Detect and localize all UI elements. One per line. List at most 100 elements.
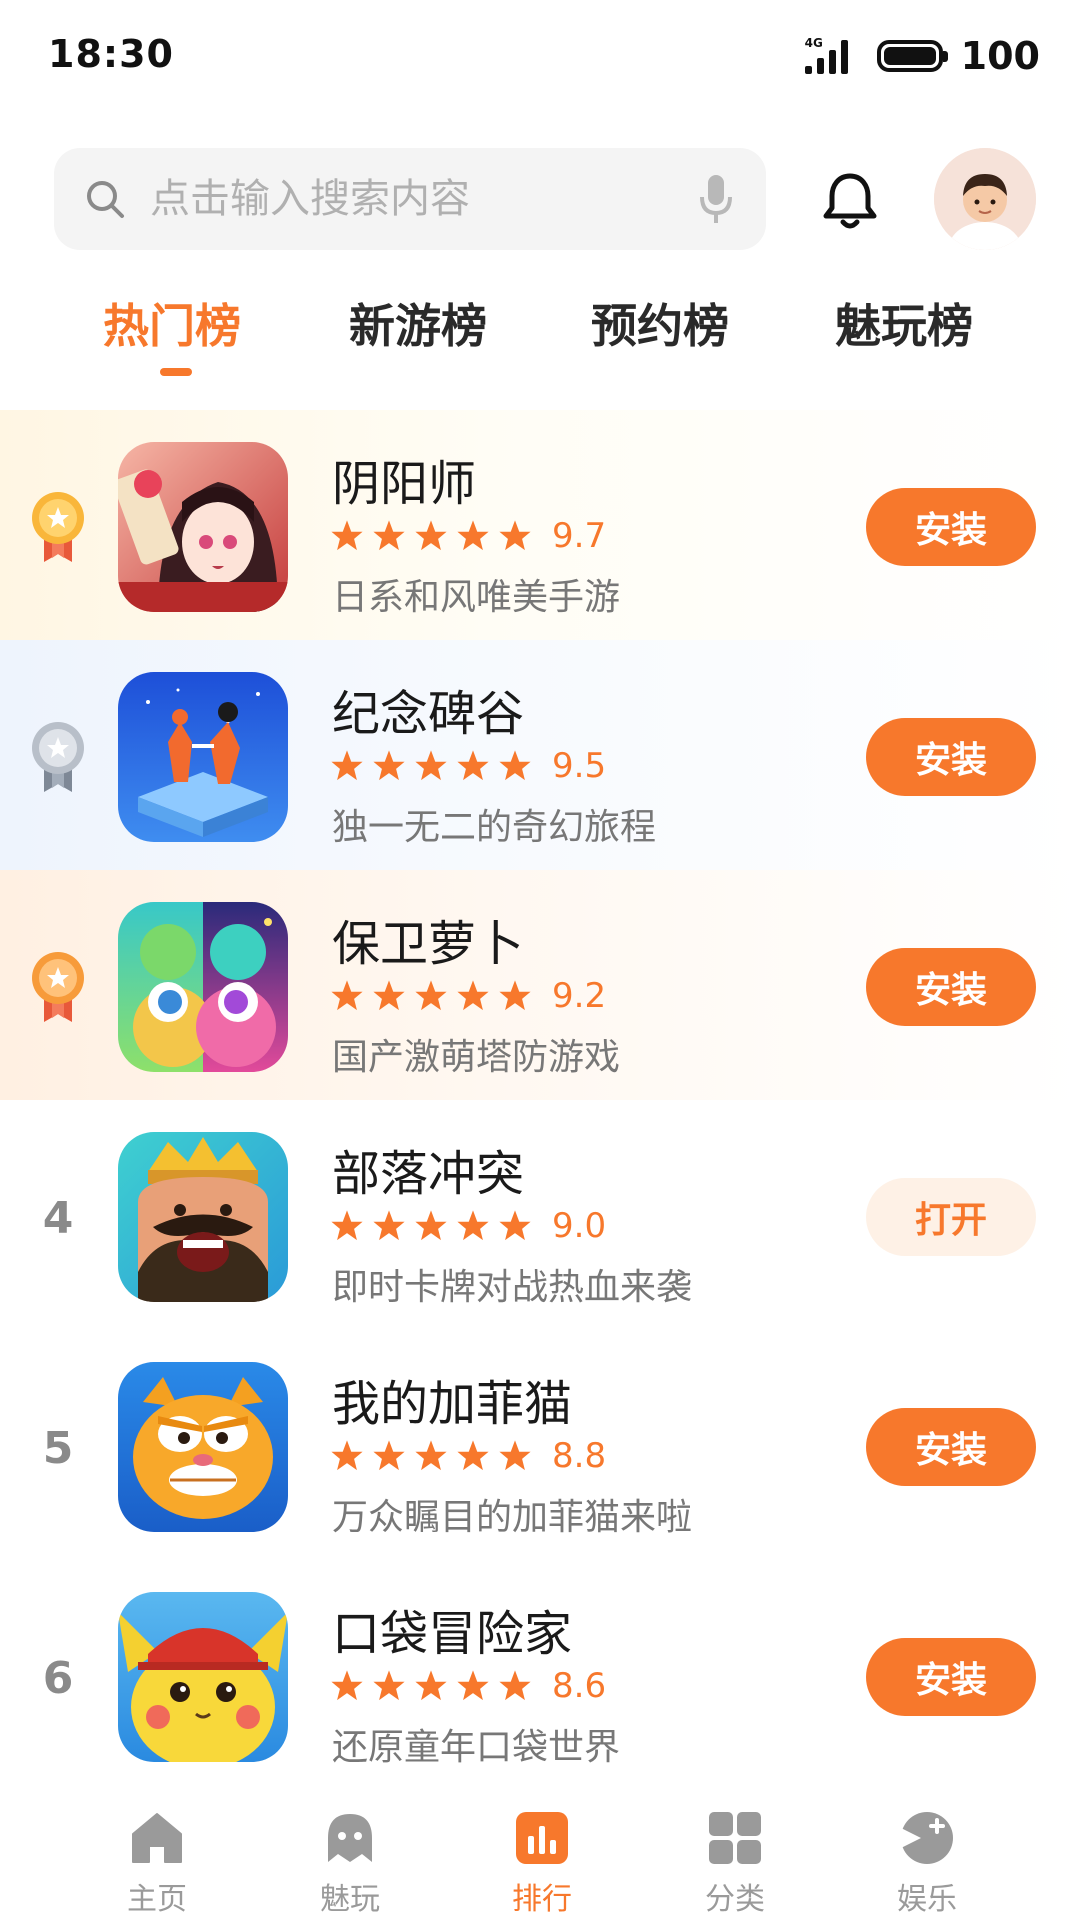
- ghost-icon: [328, 1814, 372, 1862]
- onmyoji-app-icon[interactable]: [118, 442, 288, 612]
- star-icon: [457, 1670, 489, 1701]
- nav-label: 排行: [512, 1882, 572, 1917]
- star-icon: [373, 980, 405, 1011]
- star-icon: [457, 750, 489, 781]
- bell-icon[interactable]: [818, 168, 882, 232]
- star-icon: [457, 1210, 489, 1241]
- rating-value: 9.2: [552, 976, 607, 1016]
- nav-label: 分类: [705, 1882, 765, 1917]
- battery-level: 100: [960, 34, 1040, 78]
- star-icon: [373, 750, 405, 781]
- star-icon: [415, 1210, 447, 1241]
- status-time: 18:30: [48, 32, 174, 76]
- nav-label: 魅玩: [320, 1882, 380, 1917]
- list-item[interactable]: 保卫萝卜 9.2 国产激萌塔防游戏 安装: [0, 870, 1080, 1100]
- star-icon: [415, 520, 447, 551]
- app-description: 国产激萌塔防游戏: [332, 1037, 621, 1078]
- install-button[interactable]: 安装: [866, 1408, 1036, 1486]
- app-title: 纪念碑谷: [332, 686, 525, 742]
- search-icon: [87, 181, 124, 218]
- star-icon: [499, 1440, 531, 1471]
- star-icon: [373, 1670, 405, 1701]
- ranking-icon: [516, 1812, 568, 1864]
- active-tab-indicator: [160, 368, 192, 376]
- rating-value: 9.5: [552, 746, 607, 786]
- star-icon: [331, 1210, 363, 1241]
- list-item[interactable]: 5 我的加菲猫 8.8 万众瞩目的加菲猫来啦 安装: [0, 1330, 1080, 1560]
- app-description: 还原童年口袋世界: [332, 1727, 621, 1768]
- app-description: 即时卡牌对战热血来袭: [332, 1267, 693, 1308]
- nav-home[interactable]: 主页: [92, 1808, 222, 1918]
- list-item[interactable]: 4 部落冲突 9.0 即时卡牌对战热血来袭 打开: [0, 1100, 1080, 1330]
- battery-icon: [876, 40, 948, 72]
- star-icon: [373, 520, 405, 551]
- star-icon: [415, 1670, 447, 1701]
- app-title: 保卫萝卜: [332, 916, 525, 972]
- nav-meiwan[interactable]: 魅玩: [285, 1808, 415, 1918]
- list-item[interactable]: 6 口袋冒险家 8.6 还原童年口袋世界 安装: [0, 1560, 1080, 1790]
- gold-medal-icon: [28, 488, 88, 568]
- star-icon: [331, 1670, 363, 1701]
- star-icon: [499, 750, 531, 781]
- star-icon: [415, 1440, 447, 1471]
- search-box[interactable]: [54, 148, 766, 250]
- clash-royale-app-icon[interactable]: [118, 1132, 288, 1302]
- open-button[interactable]: 打开: [866, 1178, 1036, 1256]
- list-item[interactable]: 纪念碑谷 9.5 独一无二的奇幻旅程 安装: [0, 640, 1080, 870]
- nav-label: 主页: [127, 1882, 187, 1917]
- search-input[interactable]: [150, 176, 696, 222]
- star-icon: [415, 980, 447, 1011]
- star-icon: [415, 750, 447, 781]
- app-rating: 8.6: [330, 1666, 606, 1706]
- microphone-icon[interactable]: [696, 173, 736, 225]
- rank-number: 4: [42, 1192, 74, 1244]
- star-icon: [499, 520, 531, 551]
- rank-number: 6: [42, 1652, 74, 1704]
- app-title: 口袋冒险家: [332, 1606, 573, 1662]
- tab-reserve[interactable]: 预约榜: [560, 290, 760, 356]
- star-icon: [499, 1670, 531, 1701]
- list-item[interactable]: 阴阳师 9.7 日系和风唯美手游 安装: [0, 410, 1080, 640]
- rating-value: 8.6: [552, 1666, 607, 1706]
- star-icon: [499, 980, 531, 1011]
- network-label: 4G: [804, 36, 823, 50]
- app-description: 日系和风唯美手游: [332, 577, 621, 618]
- tab-hot[interactable]: 热门榜: [72, 290, 272, 356]
- install-button[interactable]: 安装: [866, 948, 1036, 1026]
- app-rating: 9.0: [330, 1206, 606, 1246]
- avatar[interactable]: [934, 148, 1036, 250]
- rating-value: 9.0: [552, 1206, 607, 1246]
- star-icon: [457, 980, 489, 1011]
- nav-ranking[interactable]: 排行: [477, 1808, 607, 1918]
- app-title: 阴阳师: [332, 456, 477, 512]
- star-icon: [457, 1440, 489, 1471]
- star-icon: [331, 1440, 363, 1471]
- garfield-app-icon[interactable]: [118, 1362, 288, 1532]
- rating-value: 8.8: [552, 1436, 607, 1476]
- nav-label: 娱乐: [897, 1882, 957, 1917]
- bottom-nav: 主页 魅玩 排行 分类 娱乐: [0, 1790, 1080, 1920]
- install-button[interactable]: 安装: [866, 488, 1036, 566]
- install-button[interactable]: 安装: [866, 1638, 1036, 1716]
- signal-icon: 4G: [804, 36, 859, 76]
- grid-icon: [709, 1812, 761, 1864]
- app-description: 独一无二的奇幻旅程: [332, 807, 657, 848]
- play-icon: [901, 1812, 953, 1864]
- app-rating: 9.2: [330, 976, 606, 1016]
- star-icon: [331, 520, 363, 551]
- nav-entertainment[interactable]: 娱乐: [862, 1808, 992, 1918]
- rating-value: 9.7: [552, 516, 607, 556]
- app-title: 我的加菲猫: [332, 1376, 573, 1432]
- monument-valley-app-icon[interactable]: [118, 672, 288, 842]
- app-title: 部落冲突: [332, 1146, 525, 1202]
- tab-new[interactable]: 新游榜: [318, 290, 518, 356]
- status-icons: 4G 100: [804, 34, 1040, 78]
- nav-category[interactable]: 分类: [670, 1808, 800, 1918]
- pocket-adventurer-app-icon[interactable]: [118, 1592, 288, 1762]
- app-description: 万众瞩目的加菲猫来啦: [332, 1497, 693, 1538]
- bronze-medal-icon: [28, 948, 88, 1028]
- install-button[interactable]: 安装: [866, 718, 1036, 796]
- carrot-fantasy-app-icon[interactable]: [118, 902, 288, 1072]
- ranking-tabs: 热门榜 新游榜 预约榜 魅玩榜: [0, 290, 1080, 380]
- tab-meiwan[interactable]: 魅玩榜: [804, 290, 1004, 356]
